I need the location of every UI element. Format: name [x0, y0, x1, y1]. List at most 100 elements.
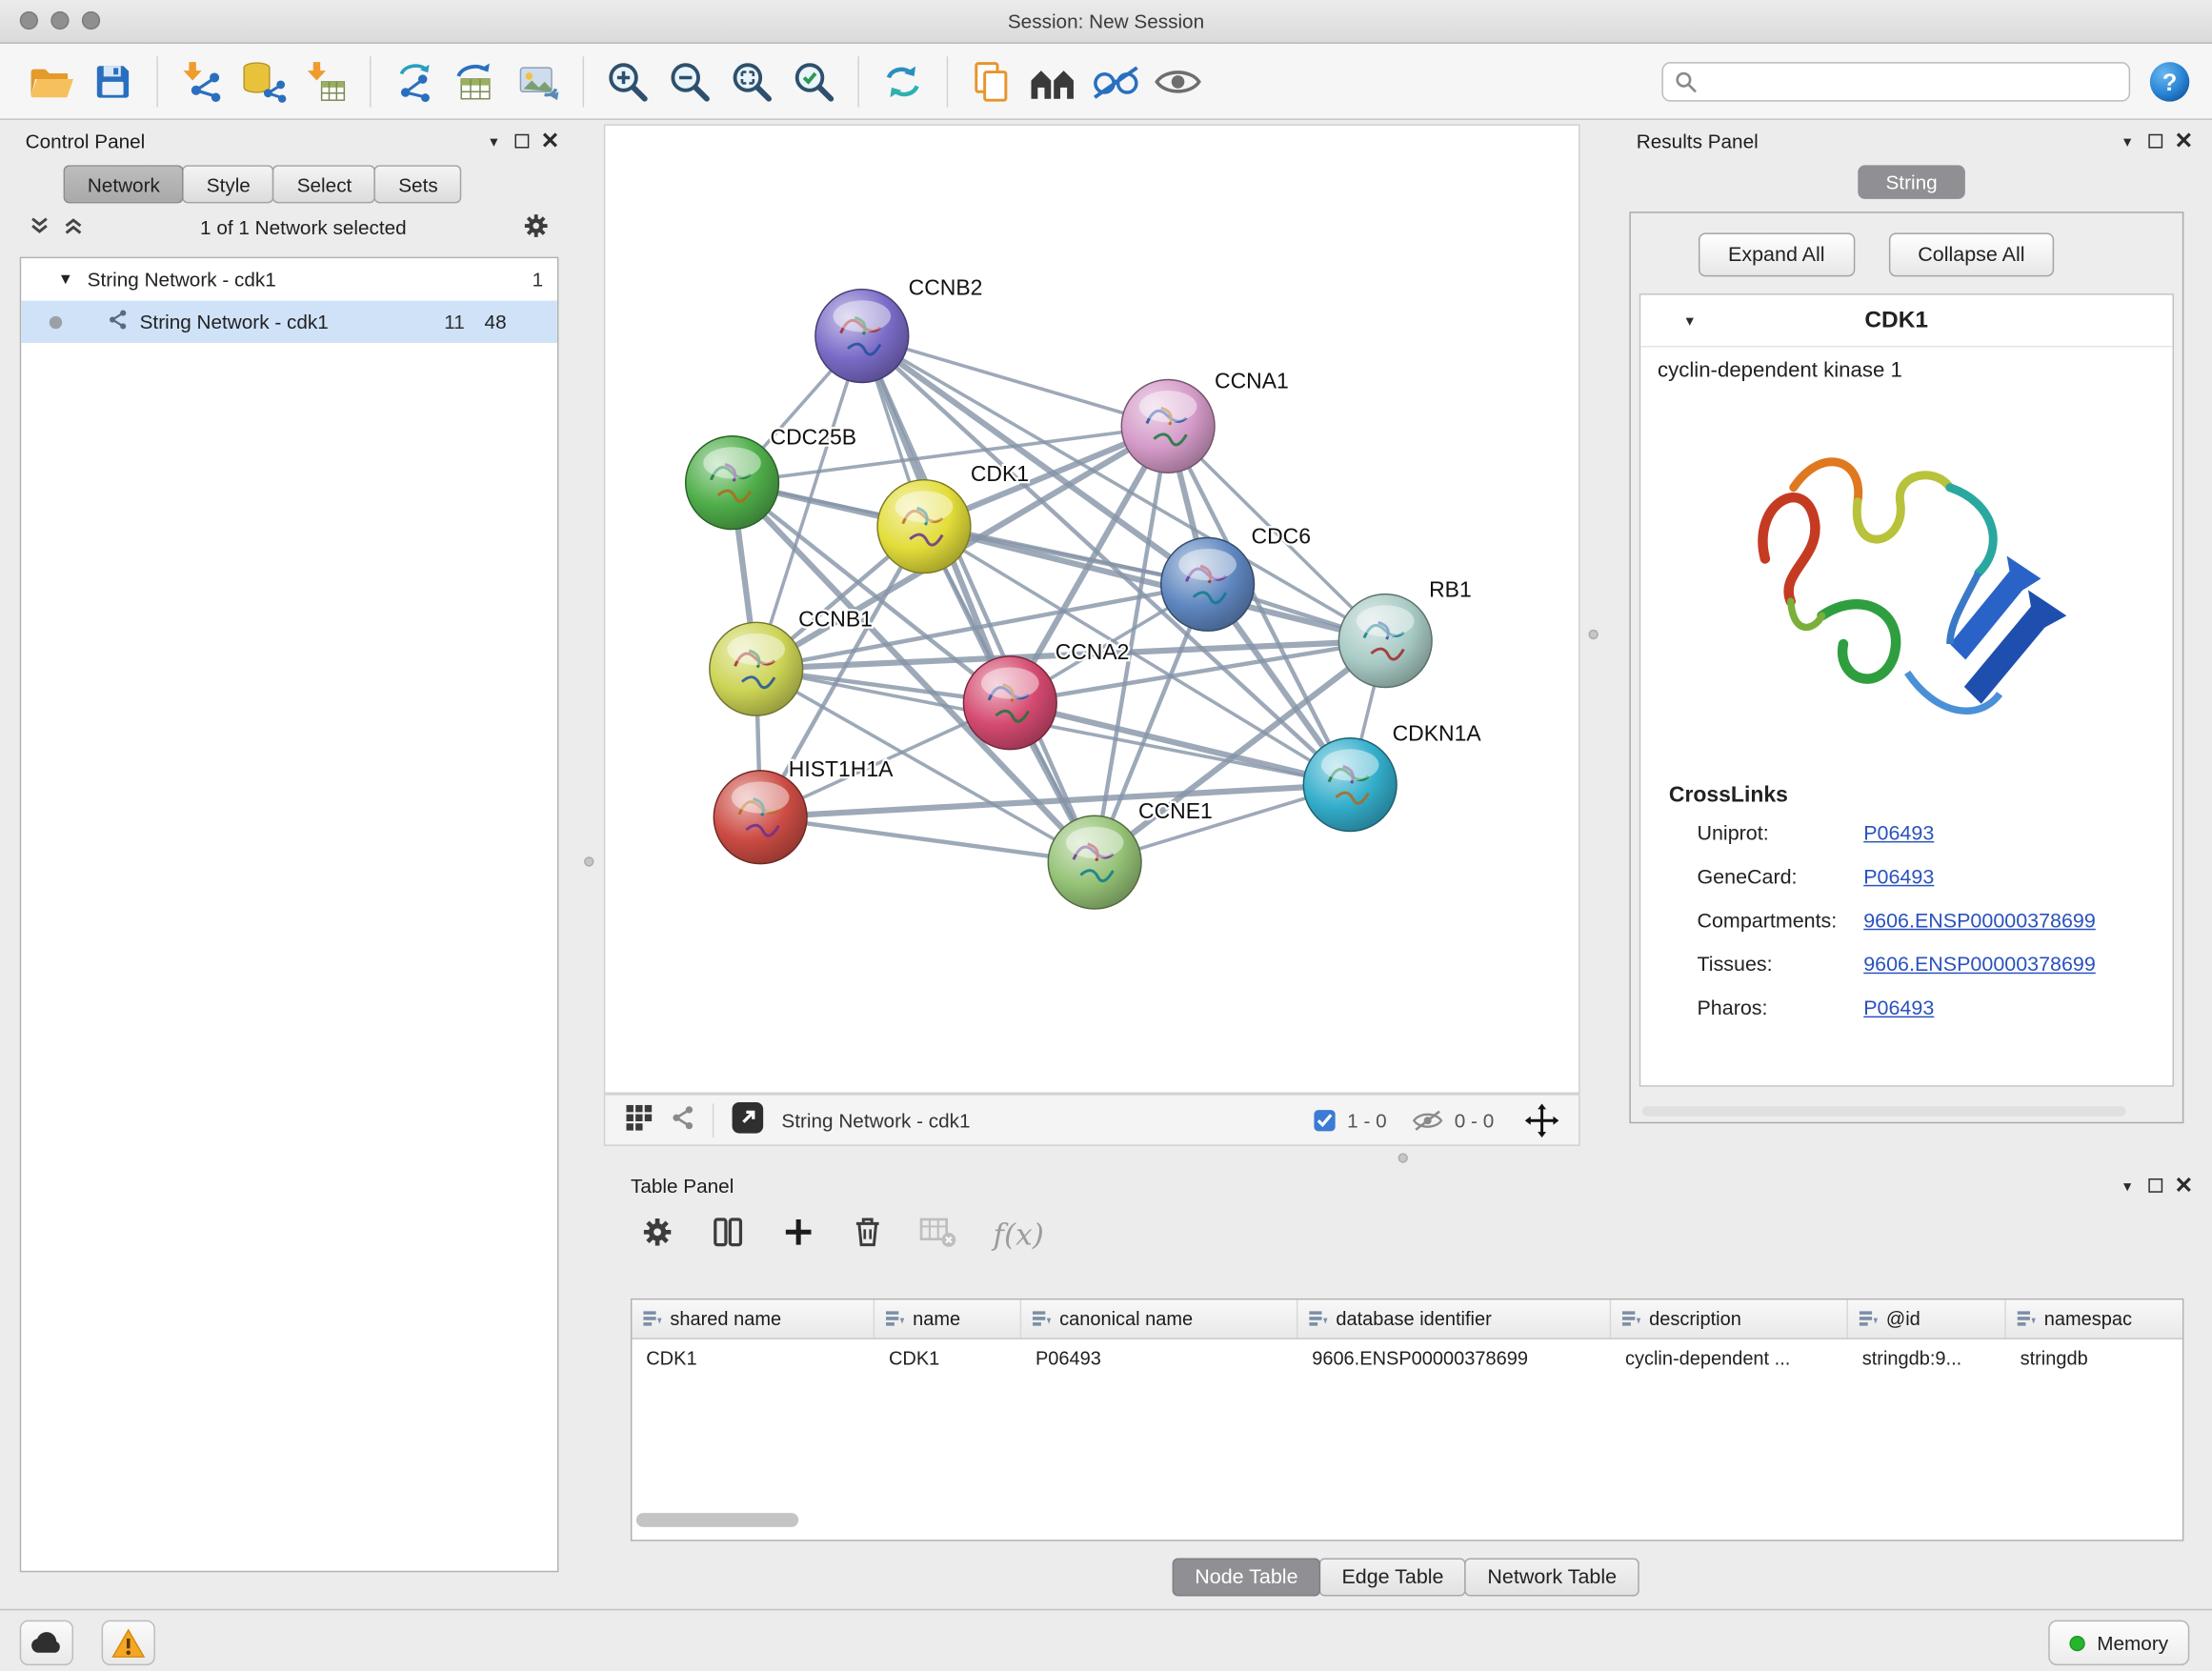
network-overview-button[interactable]	[1023, 50, 1085, 112]
collapse-gene-triangle[interactable]: ▾	[1686, 312, 1694, 330]
network-edge-CCNE1-HIST1H1A[interactable]	[760, 817, 1095, 862]
horizontal-splitter-handle[interactable]	[1398, 1153, 1408, 1162]
refresh-layout-button[interactable]	[872, 50, 934, 112]
cell-database-identifier[interactable]: 9606.ENSP00000378699	[1297, 1347, 1611, 1368]
cell-canonical-name[interactable]: P06493	[1021, 1347, 1297, 1368]
network-node-CCNA2[interactable]	[963, 656, 1056, 750]
zoom-in-button[interactable]	[596, 50, 658, 112]
network-edge-CCNB2-CCNA1[interactable]	[862, 336, 1168, 427]
column-header[interactable]: @id	[1848, 1299, 2006, 1338]
pharos-link[interactable]: P06493	[1863, 997, 1934, 1020]
expand-all-button[interactable]: Expand All	[1699, 232, 1855, 276]
search-box[interactable]	[1661, 61, 2130, 100]
import-table-button[interactable]	[295, 50, 357, 112]
cloud-status-button[interactable]	[20, 1621, 73, 1665]
network-node-CCNB1[interactable]	[710, 622, 803, 715]
network-node-CCNB2[interactable]	[815, 290, 909, 383]
collapse-all-button[interactable]: Collapse All	[1888, 232, 2054, 276]
network-graph[interactable]: CCNB2CCNA1CDC25BCDK1CDC6RB1CCNB1CCNA2CDK…	[605, 126, 1579, 1093]
warnings-button[interactable]	[102, 1621, 155, 1665]
open-session-button[interactable]	[20, 50, 82, 112]
tab-select[interactable]: Select	[273, 165, 376, 203]
network-canvas[interactable]: CCNB2CCNA1CDC25BCDK1CDC6RB1CCNB1CCNA2CDK…	[604, 124, 1580, 1094]
expand-all-networks-button[interactable]	[62, 213, 85, 240]
tab-edge-table[interactable]: Edge Table	[1319, 1558, 1466, 1596]
disclosure-triangle-icon[interactable]: ▼	[58, 271, 73, 288]
new-table-button[interactable]	[446, 50, 508, 112]
show-columns-button[interactable]	[711, 1215, 745, 1256]
table-options-button[interactable]	[640, 1215, 674, 1256]
export-image-button[interactable]	[508, 50, 570, 112]
compartments-link[interactable]: 9606.ENSP00000378699	[1863, 910, 2096, 933]
network-node-CDC25B[interactable]	[686, 436, 779, 530]
column-header[interactable]: namespac	[2006, 1299, 2184, 1338]
tab-sets[interactable]: Sets	[374, 165, 462, 203]
import-network-database-button[interactable]	[232, 50, 294, 112]
pan-crosshair-icon[interactable]	[1525, 1103, 1559, 1137]
close-window-button[interactable]	[20, 11, 38, 30]
new-network-button[interactable]	[384, 50, 446, 112]
column-header[interactable]: description	[1611, 1299, 1848, 1338]
network-node-CDK1[interactable]	[877, 480, 971, 574]
copy-button[interactable]	[960, 50, 1022, 112]
tissues-link[interactable]: 9606.ENSP00000378699	[1863, 954, 2096, 976]
cell-id[interactable]: stringdb:9...	[1848, 1347, 2006, 1368]
table-horizontal-scrollbar[interactable]	[632, 1513, 2182, 1528]
tab-style[interactable]: Style	[183, 165, 274, 203]
cell-shared-name[interactable]: CDK1	[632, 1347, 875, 1368]
network-options-button[interactable]	[522, 211, 551, 243]
table-row[interactable]: CDK1 CDK1 P06493 9606.ENSP00000378699 cy…	[632, 1339, 2182, 1377]
network-node-HIST1H1A[interactable]	[714, 771, 807, 864]
tab-node-table[interactable]: Node Table	[1173, 1558, 1321, 1596]
right-splitter-handle[interactable]	[1588, 630, 1598, 639]
help-button[interactable]: ?	[2147, 58, 2192, 103]
selected-checkbox-icon[interactable]	[1314, 1109, 1337, 1132]
delete-column-button[interactable]	[852, 1215, 883, 1256]
memory-button[interactable]: Memory	[2049, 1621, 2189, 1665]
network-node-CCNE1[interactable]	[1048, 815, 1141, 909]
panel-menu-button[interactable]: ▾	[2113, 129, 2142, 154]
column-header[interactable]: database identifier	[1297, 1299, 1611, 1338]
create-column-button[interactable]	[781, 1215, 815, 1256]
cell-name[interactable]: CDK1	[875, 1347, 1021, 1368]
birds-eye-view-button[interactable]	[625, 1103, 654, 1136]
network-row-selected[interactable]: String Network - cdk1 11 48	[21, 301, 557, 343]
minimize-window-button[interactable]	[50, 11, 69, 30]
zoom-out-button[interactable]	[659, 50, 721, 112]
column-header[interactable]: shared name	[632, 1299, 875, 1338]
search-input[interactable]	[1697, 70, 2117, 93]
panel-menu-button[interactable]: ▾	[479, 129, 508, 154]
float-panel-button[interactable]	[508, 129, 536, 154]
panel-menu-button[interactable]: ▾	[2113, 1173, 2142, 1198]
zoom-fit-button[interactable]	[721, 50, 783, 112]
zoom-window-button[interactable]	[82, 11, 100, 30]
close-panel-button[interactable]: ✕	[536, 129, 565, 154]
tab-network[interactable]: Network	[64, 165, 184, 203]
float-panel-button[interactable]	[2142, 129, 2170, 154]
collapse-all-networks-button[interactable]	[29, 213, 51, 240]
results-horizontal-scrollbar[interactable]	[1642, 1106, 2126, 1116]
hide-graphics-details-button[interactable]	[1085, 50, 1147, 112]
cell-description[interactable]: cyclin-dependent ...	[1611, 1347, 1848, 1368]
zoom-selected-button[interactable]	[783, 50, 845, 112]
import-network-file-button[interactable]	[171, 50, 232, 112]
tab-network-table[interactable]: Network Table	[1465, 1558, 1639, 1596]
cell-namespace[interactable]: stringdb	[2006, 1347, 2184, 1368]
close-panel-button[interactable]: ✕	[2170, 1173, 2199, 1198]
network-edge-CCNB2-CCNE1[interactable]	[862, 336, 1095, 863]
column-header[interactable]: canonical name	[1021, 1299, 1297, 1338]
close-panel-button[interactable]: ✕	[2170, 129, 2199, 154]
function-builder-button[interactable]: f(x)	[994, 1218, 1044, 1252]
detach-view-button[interactable]	[731, 1101, 765, 1139]
genecard-link[interactable]: P06493	[1863, 866, 1934, 889]
save-session-button[interactable]	[82, 50, 144, 112]
uniprot-link[interactable]: P06493	[1863, 822, 1934, 845]
show-graphics-details-button[interactable]	[1147, 50, 1209, 112]
network-share-button[interactable]	[670, 1105, 695, 1135]
network-node-CDKN1A[interactable]	[1303, 738, 1397, 832]
left-splitter-handle[interactable]	[584, 856, 593, 866]
network-node-RB1[interactable]	[1338, 594, 1432, 688]
float-panel-button[interactable]	[2142, 1173, 2170, 1198]
network-collection-row[interactable]: ▼ String Network - cdk1 1	[21, 258, 557, 300]
column-header[interactable]: name	[875, 1299, 1021, 1338]
